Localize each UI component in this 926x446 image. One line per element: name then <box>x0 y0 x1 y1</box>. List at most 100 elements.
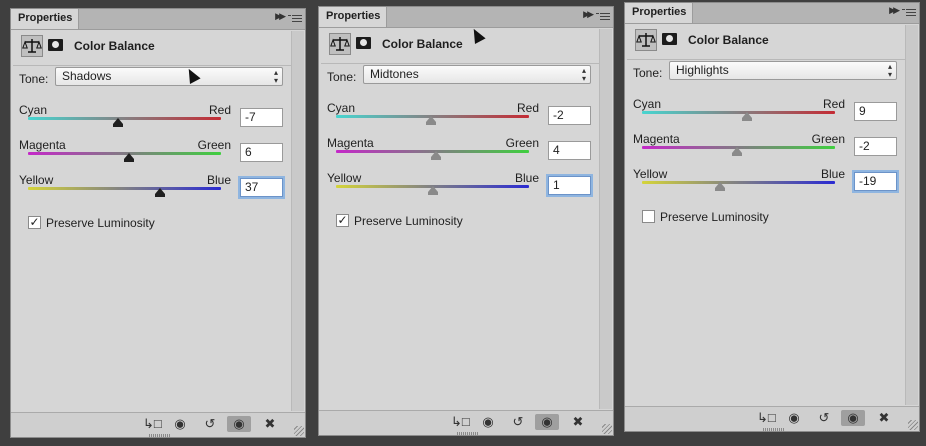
slider-row-magenta-green: Magenta Green -2 <box>625 132 905 172</box>
panel-scrollbar[interactable] <box>599 29 612 409</box>
tone-dropdown-value: Shadows <box>62 69 112 83</box>
preserve-luminosity-checkbox[interactable] <box>642 210 655 223</box>
double-chevron-right-icon[interactable]: ▶▶ <box>583 9 594 20</box>
preserve-luminosity-label: Preserve Luminosity <box>354 214 463 228</box>
corner-resize-handle[interactable] <box>908 420 918 430</box>
visibility-eye-icon[interactable]: ◉ <box>841 410 865 426</box>
slider-left-label: Yellow <box>327 171 362 185</box>
tab-properties[interactable]: Properties <box>319 7 387 27</box>
slider-left-label: Yellow <box>633 167 668 181</box>
layer-mask-icon[interactable] <box>356 37 371 49</box>
adjustment-title: Color Balance <box>382 37 463 51</box>
corner-resize-handle[interactable] <box>294 426 304 436</box>
resize-grip[interactable] <box>457 432 479 436</box>
reset-icon[interactable]: ↺ <box>509 414 527 430</box>
slider-value-input[interactable]: -2 <box>854 137 897 156</box>
layer-mask-icon[interactable] <box>48 39 63 51</box>
adjustment-title: Color Balance <box>74 39 155 53</box>
preserve-luminosity-checkbox[interactable]: ✓ <box>28 216 41 229</box>
panel-menu-icon[interactable] <box>288 13 302 24</box>
tone-dropdown[interactable]: Highlights ▴ ▾ <box>669 61 897 80</box>
dropdown-arrows-icon: ▴ ▾ <box>887 62 892 79</box>
view-previous-state-icon[interactable]: ◉ <box>479 414 497 430</box>
tab-properties[interactable]: Properties <box>625 3 693 23</box>
slider-left-label: Magenta <box>19 138 66 152</box>
tone-label: Tone: <box>19 72 49 86</box>
double-chevron-right-icon[interactable]: ▶▶ <box>889 5 900 16</box>
panel-scrollbar[interactable] <box>291 31 304 411</box>
slider-track[interactable] <box>642 111 835 114</box>
slider-left-label: Magenta <box>633 132 680 146</box>
slider-right-label: Red <box>822 97 845 111</box>
slider-track[interactable] <box>28 187 221 190</box>
slider-right-label: Green <box>197 138 231 152</box>
slider-row-cyan-red: Cyan Red -7 <box>11 103 291 143</box>
panel-footer: ↳□ ◉ ↺ ◉ ✖ <box>625 406 919 432</box>
properties-panel-shadows: Properties ▶▶ Color Balance Tone: Shadows ▴ ▾ C… <box>10 8 306 438</box>
slider-value-input[interactable]: -2 <box>548 106 591 125</box>
slider-right-label: Green <box>811 132 845 146</box>
clip-to-layer-icon[interactable]: ↳□ <box>451 414 470 430</box>
panel-footer: ↳□ ◉ ↺ ◉ ✖ <box>11 412 305 438</box>
balance-scale-icon[interactable] <box>635 29 657 51</box>
slider-value-input[interactable]: 37 <box>240 178 283 197</box>
corner-resize-handle[interactable] <box>602 424 612 434</box>
slider-value-input[interactable]: -7 <box>240 108 283 127</box>
panel-scrollbar[interactable] <box>905 25 918 405</box>
slider-value-input[interactable]: 6 <box>240 143 283 162</box>
tab-properties[interactable]: Properties <box>11 9 79 29</box>
balance-scale-icon[interactable] <box>329 33 351 55</box>
slider-track[interactable] <box>28 117 221 120</box>
layer-mask-icon[interactable] <box>662 33 677 45</box>
slider-value-input[interactable]: 1 <box>548 176 591 195</box>
panel-menu-icon[interactable] <box>902 7 916 18</box>
trash-icon[interactable]: ✖ <box>261 416 279 432</box>
adjustment-header: Color Balance <box>21 33 281 59</box>
adjustment-header: Color Balance <box>635 27 895 53</box>
slider-row-yellow-blue: Yellow Blue 1 <box>319 171 599 211</box>
panel-tabbar: Properties ▶▶ <box>625 3 919 24</box>
tone-dropdown[interactable]: Shadows ▴ ▾ <box>55 67 283 86</box>
view-previous-state-icon[interactable]: ◉ <box>171 416 189 432</box>
tone-dropdown-value: Midtones <box>370 67 419 81</box>
slider-row-yellow-blue: Yellow Blue -19 <box>625 167 905 207</box>
properties-panel-midtones: Properties ▶▶ Color Balance Tone: Midtones ▴ ▾… <box>318 6 614 436</box>
trash-icon[interactable]: ✖ <box>569 414 587 430</box>
properties-panel-highlights: Properties ▶▶ Color Balance Tone: Highlights… <box>624 2 920 432</box>
slider-value-input[interactable]: 9 <box>854 102 897 121</box>
resize-grip[interactable] <box>763 428 785 432</box>
reset-icon[interactable]: ↺ <box>201 416 219 432</box>
clip-to-layer-icon[interactable]: ↳□ <box>143 416 162 432</box>
slider-left-label: Cyan <box>19 103 48 117</box>
trash-icon[interactable]: ✖ <box>875 410 893 426</box>
slider-right-label: Green <box>505 136 539 150</box>
slider-row-magenta-green: Magenta Green 4 <box>319 136 599 176</box>
panel-tabbar: Properties ▶▶ <box>11 9 305 30</box>
visibility-eye-icon[interactable]: ◉ <box>227 416 251 432</box>
tone-label: Tone: <box>327 70 357 84</box>
divider <box>627 59 905 60</box>
adjustment-header: Color Balance <box>329 31 589 57</box>
panel-menu-icon[interactable] <box>596 11 610 22</box>
preserve-luminosity-checkbox[interactable]: ✓ <box>336 214 349 227</box>
slider-right-label: Red <box>516 101 539 115</box>
slider-value-input[interactable]: -19 <box>854 172 897 191</box>
slider-right-label: Blue <box>820 167 845 181</box>
reset-icon[interactable]: ↺ <box>815 410 833 426</box>
slider-track[interactable] <box>642 181 835 184</box>
view-previous-state-icon[interactable]: ◉ <box>785 410 803 426</box>
preserve-luminosity-label: Preserve Luminosity <box>46 216 155 230</box>
panel-footer: ↳□ ◉ ↺ ◉ ✖ <box>319 410 613 436</box>
slider-row-cyan-red: Cyan Red 9 <box>625 97 905 137</box>
visibility-eye-icon[interactable]: ◉ <box>535 414 559 430</box>
clip-to-layer-icon[interactable]: ↳□ <box>757 410 776 426</box>
adjustment-title: Color Balance <box>688 33 769 47</box>
resize-grip[interactable] <box>149 434 171 438</box>
slider-left-label: Yellow <box>19 173 54 187</box>
balance-scale-icon[interactable] <box>21 35 43 57</box>
tone-label: Tone: <box>633 66 663 80</box>
slider-value-input[interactable]: 4 <box>548 141 591 160</box>
double-chevron-right-icon[interactable]: ▶▶ <box>275 11 286 22</box>
tone-dropdown[interactable]: Midtones ▴ ▾ <box>363 65 591 84</box>
dropdown-arrows-icon: ▴ ▾ <box>273 68 278 85</box>
